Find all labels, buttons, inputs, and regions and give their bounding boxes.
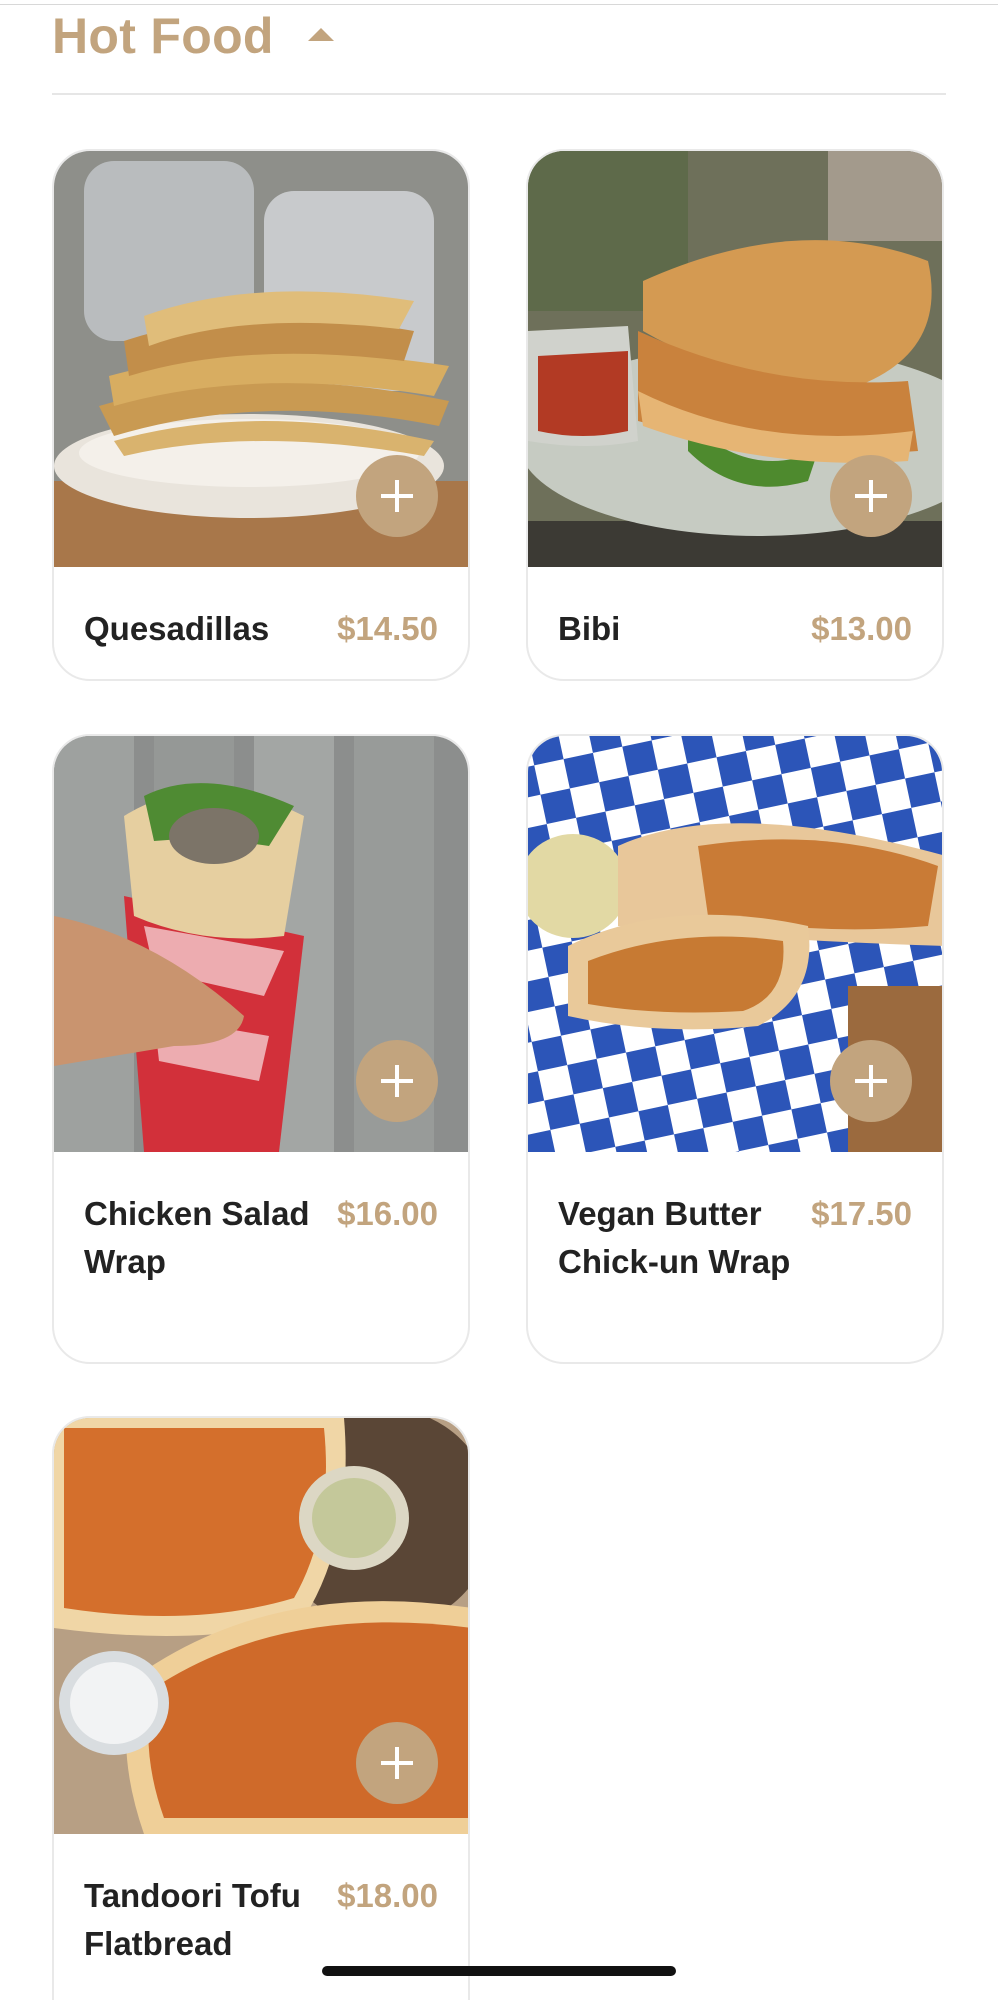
menu-item-card[interactable]: Tandoori Tofu Flatbread $18.00 (52, 1416, 470, 2000)
item-photo (54, 151, 468, 567)
item-name: Chicken Salad Wrap (84, 1195, 310, 1280)
item-price: $16.00 (337, 1195, 438, 1232)
item-photo (528, 151, 942, 567)
add-to-cart-button[interactable] (356, 1040, 438, 1122)
item-info: Bibi $13.00 (528, 567, 942, 653)
menu-item-card[interactable]: Quesadillas $14.50 (52, 149, 470, 681)
item-info: Vegan Butter Chick-un Wrap $17.50 (528, 1152, 942, 1286)
item-price: $13.00 (811, 610, 912, 647)
menu-item-card[interactable]: Vegan Butter Chick-un Wrap $17.50 (526, 734, 944, 1364)
plus-icon (381, 1065, 413, 1097)
item-info: Chicken Salad Wrap $16.00 (54, 1152, 468, 1286)
plus-icon (855, 1065, 887, 1097)
item-name: Tandoori Tofu Flatbread (84, 1877, 301, 1962)
add-to-cart-button[interactable] (356, 1722, 438, 1804)
section-header[interactable]: Hot Food (52, 0, 946, 92)
menu-item-card[interactable]: Chicken Salad Wrap $16.00 (52, 734, 470, 1364)
item-photo (54, 736, 468, 1152)
item-name: Bibi (558, 610, 621, 647)
section-divider (52, 93, 946, 95)
item-price: $17.50 (811, 1195, 912, 1232)
item-price: $18.00 (337, 1877, 438, 1914)
item-name: Vegan Butter Chick-un Wrap (558, 1195, 791, 1280)
menu-item-card[interactable]: Bibi $13.00 (526, 149, 944, 681)
plus-icon (381, 1747, 413, 1779)
item-info: Quesadillas $14.50 (54, 567, 468, 653)
section-title: Hot Food (52, 8, 274, 64)
item-price: $14.50 (337, 610, 438, 647)
add-to-cart-button[interactable] (830, 455, 912, 537)
item-photo (528, 736, 942, 1152)
item-info: Tandoori Tofu Flatbread $18.00 (54, 1834, 468, 1968)
plus-icon (381, 480, 413, 512)
caret-up-icon[interactable] (307, 27, 334, 41)
add-to-cart-button[interactable] (356, 455, 438, 537)
item-name: Quesadillas (84, 610, 270, 647)
item-photo (54, 1418, 468, 1834)
add-to-cart-button[interactable] (830, 1040, 912, 1122)
home-indicator[interactable] (322, 1966, 676, 1976)
menu-page: Hot Food Quesadillas $14.50 Bibi $13.00 … (0, 0, 998, 2000)
plus-icon (855, 480, 887, 512)
